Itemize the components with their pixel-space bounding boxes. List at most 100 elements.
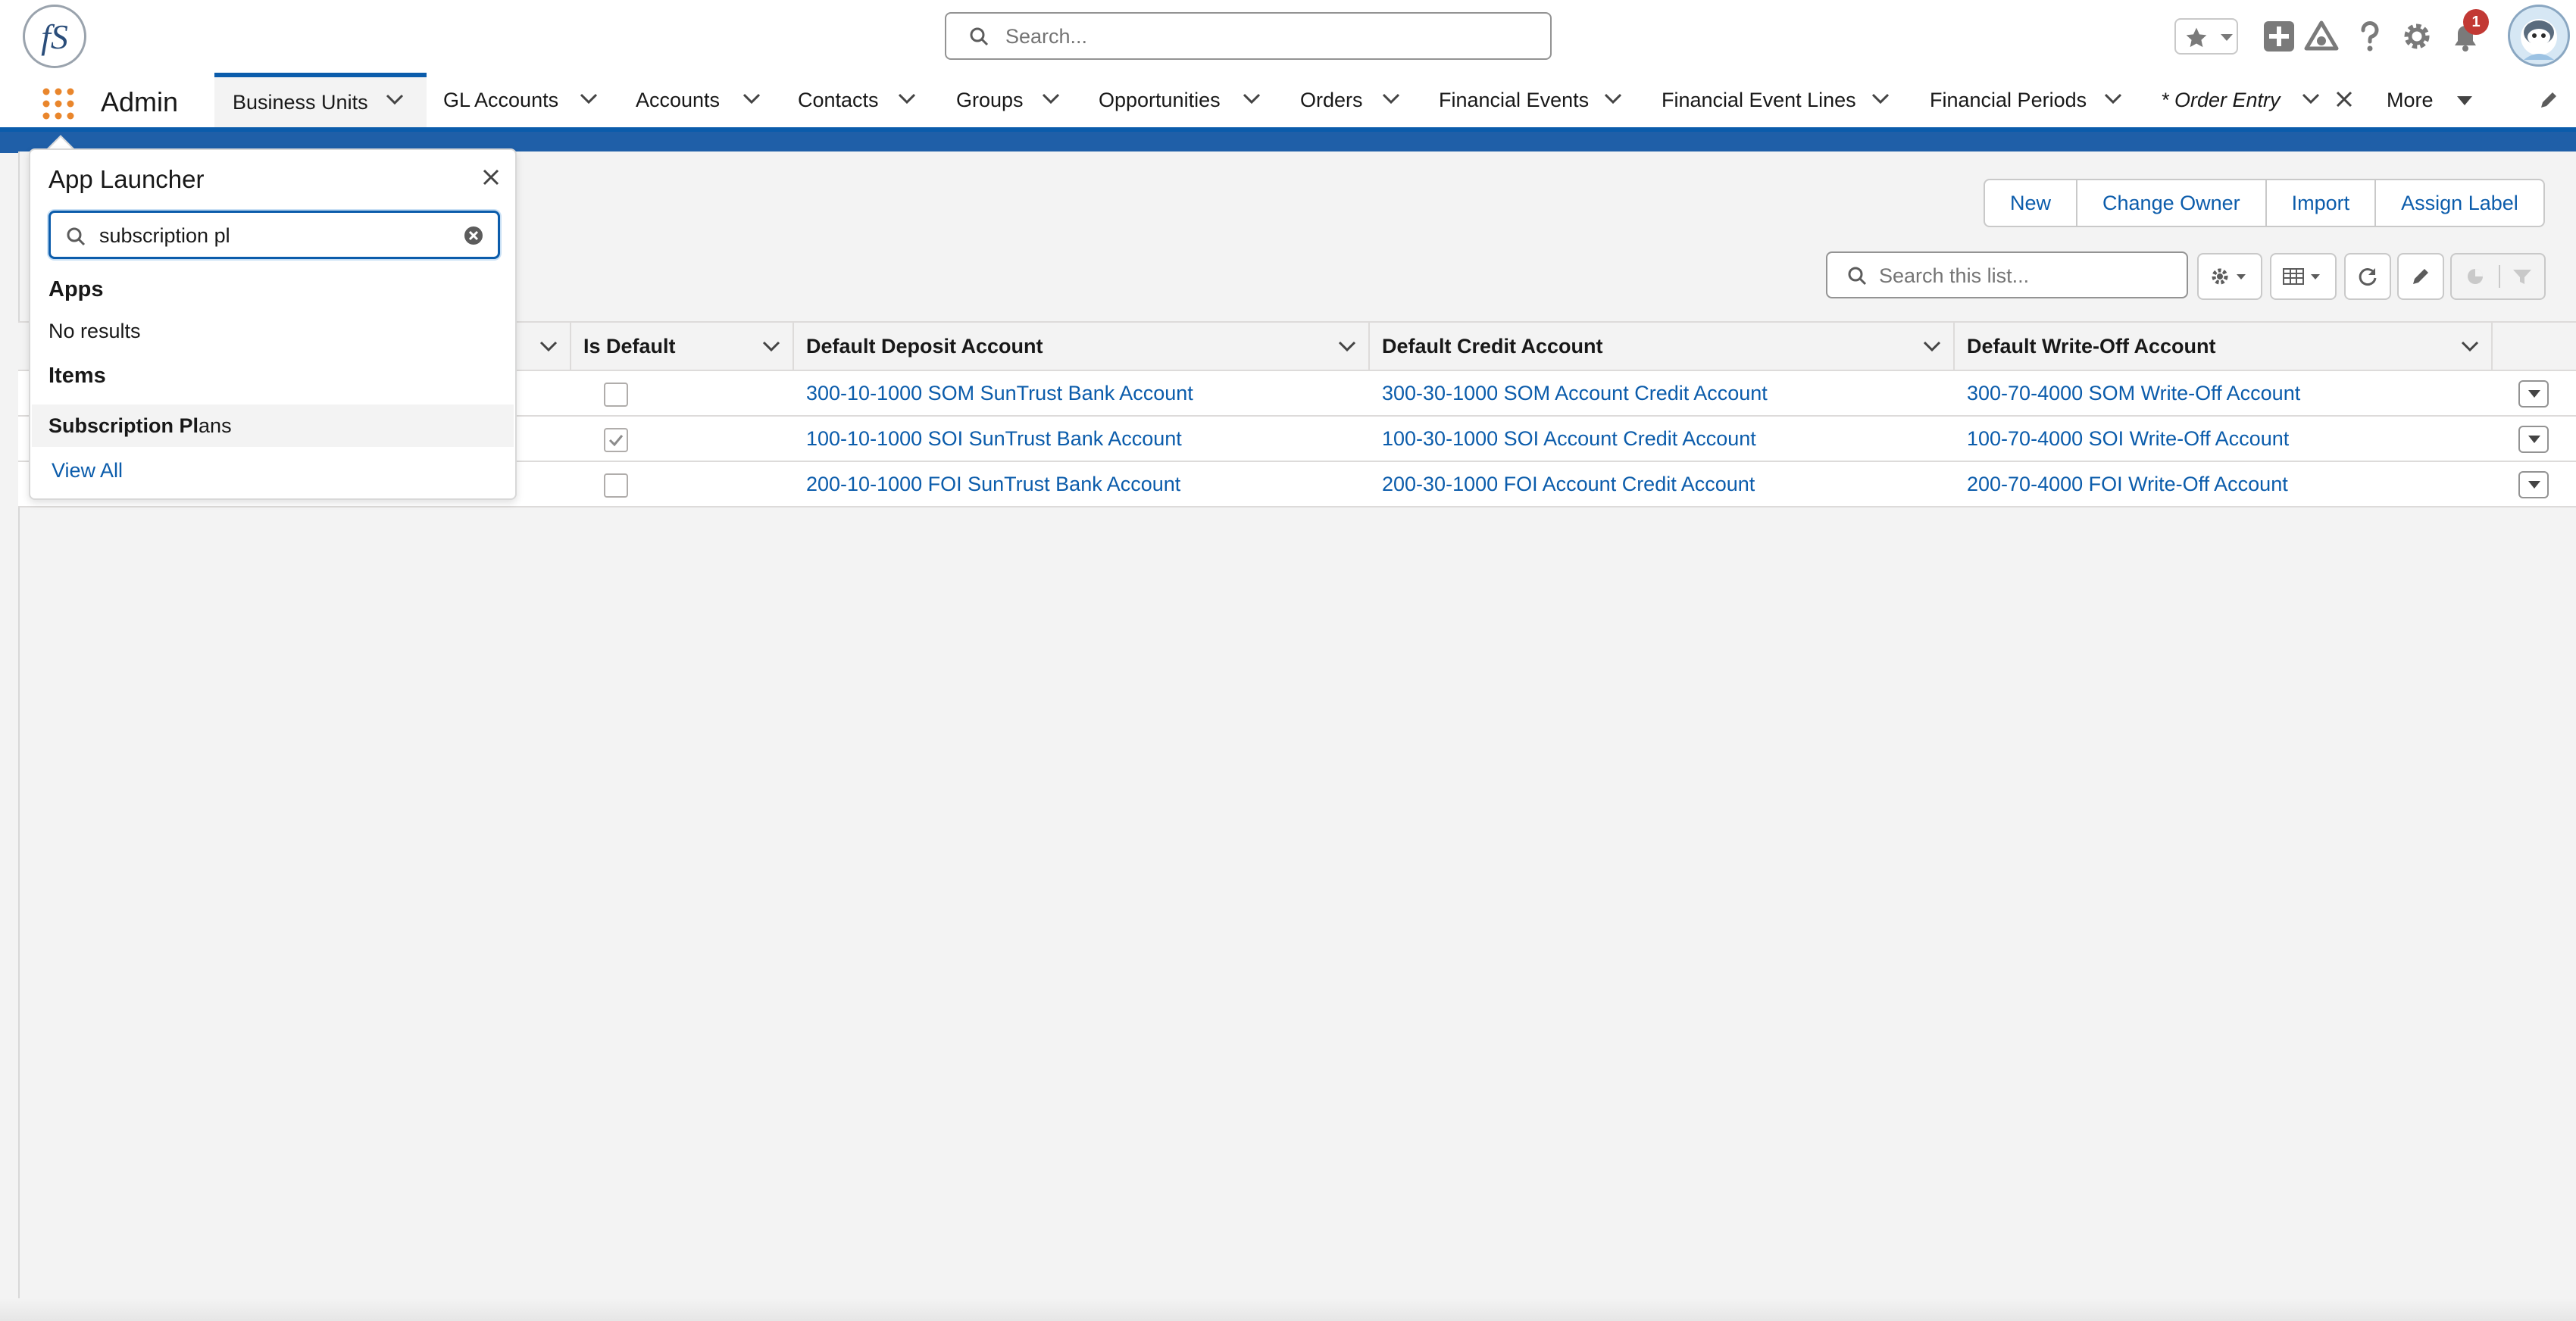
inline-edit-button[interactable] <box>2397 253 2444 300</box>
write-off-account-link[interactable]: 100-70-4000 SOI Write-Off Account <box>1967 427 2289 451</box>
tab-financial-periods[interactable]: Financial Periods <box>1930 73 2122 127</box>
app-launcher-title: App Launcher <box>48 165 205 193</box>
global-search-input[interactable] <box>1005 21 1528 52</box>
help-icon[interactable] <box>2352 18 2388 55</box>
global-search[interactable] <box>945 12 1552 60</box>
chart-filter-group <box>2450 253 2546 300</box>
row-actions-button[interactable] <box>2518 471 2549 498</box>
caret-down-icon <box>2528 390 2540 398</box>
chevron-down-icon[interactable] <box>1338 341 1356 351</box>
tab-groups[interactable]: Groups <box>956 73 1060 127</box>
row-actions-button[interactable] <box>2518 426 2549 453</box>
tab-gl-accounts[interactable]: GL Accounts <box>443 73 598 127</box>
change-owner-button[interactable]: Change Owner <box>2077 180 2267 226</box>
table-icon <box>2283 268 2320 285</box>
view-all-link[interactable]: View All <box>52 459 123 482</box>
credit-account-link[interactable]: 100-30-1000 SOI Account Credit Account <box>1382 427 1756 451</box>
write-off-account-link[interactable]: 200-70-4000 FOI Write-Off Account <box>1967 473 2288 496</box>
gear-icon[interactable] <box>2399 18 2435 55</box>
column-label: Default Credit Account <box>1382 334 1603 358</box>
app-launcher-search-input[interactable] <box>99 220 455 251</box>
tab-orders[interactable]: Orders <box>1300 73 1400 127</box>
column-header-default-write-off-account[interactable]: Default Write-Off Account <box>1955 323 2493 370</box>
tab-order-entry[interactable]: * Order Entry <box>2161 73 2352 127</box>
list-settings-button[interactable] <box>2197 253 2262 300</box>
column-label: Is Default <box>583 334 676 358</box>
chart-filter-icons <box>2468 265 2531 288</box>
credit-account-link[interactable]: 200-30-1000 FOI Account Credit Account <box>1382 473 1755 496</box>
pencil-icon <box>2413 269 2428 284</box>
list-search-input[interactable] <box>1879 261 2174 291</box>
edit-nav-icon[interactable] <box>2538 89 2559 111</box>
close-icon[interactable] <box>482 168 500 186</box>
chevron-down-icon[interactable] <box>2220 33 2234 42</box>
display-as-button[interactable] <box>2270 253 2337 300</box>
app-launcher-waffle-icon[interactable] <box>39 85 77 123</box>
star-icon <box>2186 27 2207 48</box>
chevron-down-icon[interactable] <box>386 94 404 105</box>
tab-contacts[interactable]: Contacts <box>798 73 916 127</box>
trailhead-icon[interactable] <box>2303 18 2340 55</box>
navigation-bar: Admin Business Units GL Accounts Account… <box>0 73 2576 132</box>
app-name: Admin <box>101 86 179 117</box>
tab-label: * Order Entry <box>2161 88 2281 111</box>
is-default-checkbox-checked <box>604 428 628 452</box>
chevron-down-icon[interactable] <box>1382 93 1400 104</box>
tab-label: Business Units <box>233 90 368 114</box>
chevron-down-icon[interactable] <box>1923 341 1941 351</box>
chevron-down-icon[interactable] <box>1871 93 1890 104</box>
deposit-account-link[interactable]: 100-10-1000 SOI SunTrust Bank Account <box>806 427 1182 451</box>
chevron-down-icon[interactable] <box>762 341 780 351</box>
deposit-account-link[interactable]: 300-10-1000 SOM SunTrust Bank Account <box>806 382 1193 405</box>
search-icon <box>1848 267 1867 286</box>
chevron-down-icon[interactable] <box>2104 93 2122 104</box>
app-launcher-search[interactable] <box>48 211 500 259</box>
global-header: fS 1 <box>0 0 2576 73</box>
launcher-item-subscription-plans[interactable]: Subscription Pl ans <box>32 404 514 447</box>
column-header-default-credit-account[interactable]: Default Credit Account <box>1370 323 1955 370</box>
row-actions-button[interactable] <box>2518 380 2549 408</box>
write-off-account-link[interactable]: 300-70-4000 SOM Write-Off Account <box>1967 382 2300 405</box>
assign-label-button[interactable]: Assign Label <box>2376 180 2543 226</box>
is-default-checkbox <box>604 383 628 407</box>
column-label: Default Deposit Account <box>806 334 1043 358</box>
items-heading: Items <box>48 364 106 388</box>
new-button[interactable]: New <box>1985 180 2078 226</box>
column-header-is-default[interactable]: Is Default <box>571 323 794 370</box>
tab-label: GL Accounts <box>443 88 559 111</box>
chevron-down-icon[interactable] <box>1604 93 1622 104</box>
credit-account-link[interactable]: 300-30-1000 SOM Account Credit Account <box>1382 382 1768 405</box>
chevron-down-icon[interactable] <box>539 341 558 351</box>
close-tab-icon[interactable] <box>2335 90 2353 108</box>
tab-opportunities[interactable]: Opportunities <box>1099 73 1261 127</box>
avatar-image <box>2521 19 2557 60</box>
org-logo[interactable]: fS <box>23 5 86 68</box>
tab-more[interactable]: More <box>2387 73 2472 127</box>
chevron-down-icon[interactable] <box>2302 93 2320 104</box>
list-search[interactable] <box>1826 251 2188 298</box>
chevron-down-icon[interactable] <box>742 93 761 104</box>
add-icon[interactable] <box>2261 18 2297 55</box>
chevron-down-icon[interactable] <box>1243 93 1261 104</box>
refresh-button[interactable] <box>2344 253 2391 300</box>
tab-financial-events[interactable]: Financial Events <box>1439 73 1622 127</box>
chevron-down-icon[interactable] <box>580 93 598 104</box>
tab-label: Opportunities <box>1099 88 1221 111</box>
import-button[interactable]: Import <box>2267 180 2377 226</box>
user-avatar[interactable] <box>2508 5 2570 67</box>
tab-business-units[interactable]: Business Units <box>214 73 427 127</box>
gear-icon <box>2212 268 2246 285</box>
app-launcher-popover: App Launcher Apps No results Items Subsc… <box>29 148 517 500</box>
deposit-account-link[interactable]: 200-10-1000 FOI SunTrust Bank Account <box>806 473 1180 496</box>
apps-no-results: No results <box>48 320 141 342</box>
favorites-button[interactable] <box>2174 18 2238 55</box>
column-header-default-deposit-account[interactable]: Default Deposit Account <box>794 323 1370 370</box>
tab-financial-event-lines[interactable]: Financial Event Lines <box>1662 73 1890 127</box>
tab-label: Accounts <box>636 88 721 111</box>
caret-down-icon[interactable] <box>2456 95 2473 106</box>
tab-accounts[interactable]: Accounts <box>636 73 761 127</box>
chevron-down-icon[interactable] <box>898 93 916 104</box>
clear-search-icon[interactable] <box>463 225 484 246</box>
chevron-down-icon[interactable] <box>1042 93 1060 104</box>
chevron-down-icon[interactable] <box>2461 341 2479 351</box>
